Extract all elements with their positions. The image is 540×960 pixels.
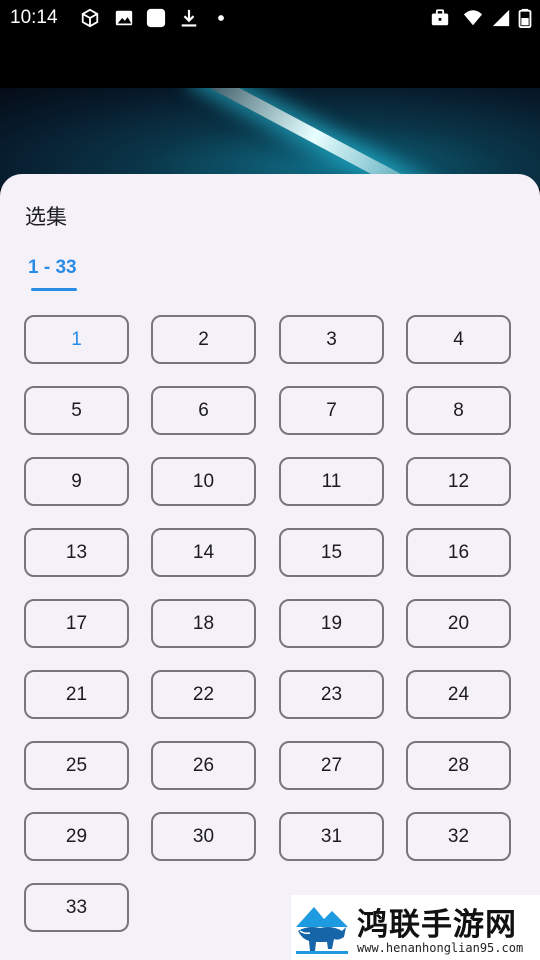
episode-button-13[interactable]: 13 bbox=[24, 528, 129, 577]
tab-episode-range[interactable]: 1 - 33 bbox=[28, 257, 77, 279]
episode-button-7[interactable]: 7 bbox=[279, 386, 384, 435]
status-time: 10:14 bbox=[10, 7, 58, 28]
cube-icon bbox=[81, 8, 99, 28]
episode-button-15[interactable]: 15 bbox=[279, 528, 384, 577]
video-thumbnail bbox=[0, 88, 540, 188]
episode-button-25[interactable]: 25 bbox=[24, 741, 129, 790]
battery-icon bbox=[518, 8, 532, 28]
light-beam bbox=[196, 88, 433, 188]
episode-button-2[interactable]: 2 bbox=[151, 315, 256, 364]
bull-logo-icon bbox=[294, 901, 350, 955]
episode-button-8[interactable]: 8 bbox=[406, 386, 511, 435]
download-icon bbox=[181, 9, 197, 27]
episode-button-19[interactable]: 19 bbox=[279, 599, 384, 648]
briefcase-icon bbox=[431, 9, 449, 26]
episode-button-21[interactable]: 21 bbox=[24, 670, 129, 719]
episode-button-4[interactable]: 4 bbox=[406, 315, 511, 364]
tab-indicator bbox=[31, 288, 77, 291]
episode-button-29[interactable]: 29 bbox=[24, 812, 129, 861]
status-bar: 10:14 bbox=[0, 0, 540, 36]
sheet-title: 选集 bbox=[25, 205, 67, 229]
episode-button-5[interactable]: 5 bbox=[24, 386, 129, 435]
watermark: 鸿联手游网 www.henanhonglian95.com bbox=[291, 895, 540, 960]
episode-button-28[interactable]: 28 bbox=[406, 741, 511, 790]
episode-button-24[interactable]: 24 bbox=[406, 670, 511, 719]
episode-button-26[interactable]: 26 bbox=[151, 741, 256, 790]
episode-button-17[interactable]: 17 bbox=[24, 599, 129, 648]
episode-button-6[interactable]: 6 bbox=[151, 386, 256, 435]
episode-selector-sheet: 选集 1 - 33 1 2 3 4 5 6 7 8 9 10 11 12 13 14 15 16 17 18 19 2… bbox=[0, 174, 540, 960]
episode-button-14[interactable]: 14 bbox=[151, 528, 256, 577]
signal-icon bbox=[492, 9, 510, 27]
episode-button-1[interactable]: 1 bbox=[24, 315, 129, 364]
watermark-url: www.henanhonglian95.com bbox=[357, 941, 524, 955]
episode-button-10[interactable]: 10 bbox=[151, 457, 256, 506]
episode-button-22[interactable]: 22 bbox=[151, 670, 256, 719]
episode-button-3[interactable]: 3 bbox=[279, 315, 384, 364]
wifi-icon bbox=[463, 10, 483, 26]
episode-button-9[interactable]: 9 bbox=[24, 457, 129, 506]
episode-button-27[interactable]: 27 bbox=[279, 741, 384, 790]
episode-button-18[interactable]: 18 bbox=[151, 599, 256, 648]
episode-button-11[interactable]: 11 bbox=[279, 457, 384, 506]
episode-button-20[interactable]: 20 bbox=[406, 599, 511, 648]
watermark-title: 鸿联手游网 bbox=[357, 907, 517, 943]
episode-button-23[interactable]: 23 bbox=[279, 670, 384, 719]
episode-button-32[interactable]: 32 bbox=[406, 812, 511, 861]
episode-button-30[interactable]: 30 bbox=[151, 812, 256, 861]
image-icon bbox=[115, 10, 133, 26]
dot-icon bbox=[218, 15, 224, 21]
square-icon bbox=[146, 8, 166, 28]
episode-button-31[interactable]: 31 bbox=[279, 812, 384, 861]
episode-button-16[interactable]: 16 bbox=[406, 528, 511, 577]
episode-button-12[interactable]: 12 bbox=[406, 457, 511, 506]
episode-button-33[interactable]: 33 bbox=[24, 883, 129, 932]
